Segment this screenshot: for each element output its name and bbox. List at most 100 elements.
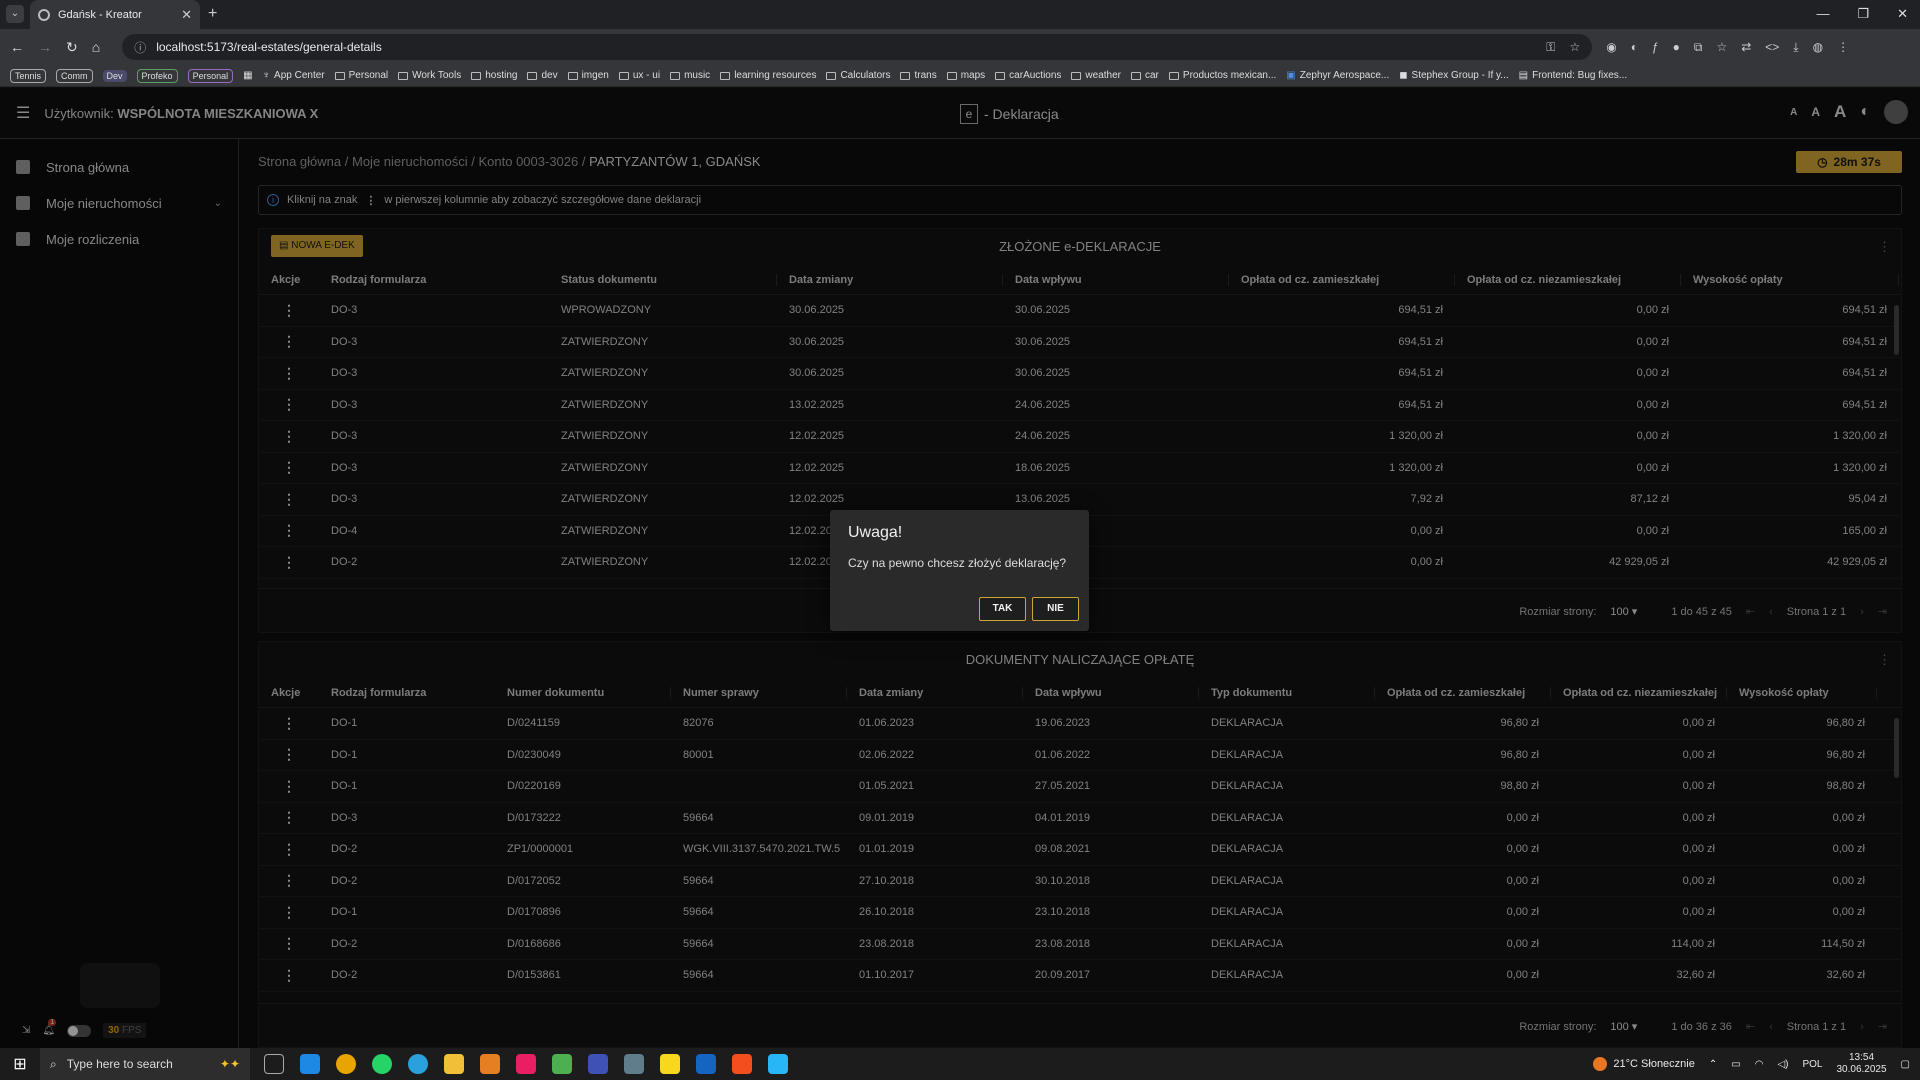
stephex-icon: ◼ <box>1399 70 1408 81</box>
app-icon[interactable] <box>624 1054 644 1074</box>
bookmark-pill[interactable]: Personal <box>187 68 234 83</box>
folder-icon <box>398 71 409 80</box>
app-icon[interactable] <box>552 1054 572 1074</box>
bookmark-folder[interactable]: carAuctions <box>995 70 1061 81</box>
whatsapp-icon[interactable] <box>372 1054 392 1074</box>
bookmark-pill[interactable]: Dev <box>102 69 127 82</box>
tab-title: Gdańsk - Kreator <box>58 8 142 21</box>
tab-favicon-icon <box>38 8 50 21</box>
folder-icon <box>471 71 482 80</box>
address-bar[interactable]: ⓘ localhost:5173/real-estates/general-de… <box>122 34 1593 60</box>
tab-search-icon[interactable]: ⌄ <box>6 5 24 23</box>
bookmark-pill[interactable]: Tennis <box>10 68 47 83</box>
extension-icon[interactable]: ƒ <box>1652 40 1659 55</box>
chrome-icon[interactable] <box>336 1054 356 1074</box>
taskbar: ⊞ ⌕ Type here to search ✦✦ 21°C Słoneczn… <box>0 1048 1920 1080</box>
site-info-icon[interactable]: ⓘ <box>134 39 146 56</box>
apps-grid-icon[interactable]: ▦ <box>243 70 252 81</box>
bookmark-folder[interactable]: hosting <box>471 70 517 81</box>
task-view-icon[interactable] <box>264 1054 284 1074</box>
profile-icon[interactable]: ◍ <box>1813 40 1823 55</box>
browser-tab[interactable]: Gdańsk - Kreator ✕ <box>30 0 200 29</box>
sticky-notes-icon[interactable] <box>660 1054 680 1074</box>
bookmark[interactable]: ▤ Frontend: Bug fixes... <box>1519 70 1628 81</box>
weather-widget[interactable]: 21°C Słonecznie <box>1593 1057 1695 1071</box>
bookmark-pill[interactable]: Comm <box>56 68 93 83</box>
tab-close-icon[interactable]: ✕ <box>181 7 192 23</box>
app-icon[interactable] <box>588 1054 608 1074</box>
extension-icon[interactable]: ● <box>1673 40 1680 55</box>
app-icon[interactable] <box>480 1054 500 1074</box>
folder-icon <box>618 71 629 80</box>
volume-icon[interactable]: ◁) <box>1777 1059 1788 1070</box>
tray-chevron-icon[interactable]: ⌃ <box>1709 1059 1717 1070</box>
bookmark-star-icon[interactable]: ☆ <box>1569 40 1580 55</box>
taskbar-search[interactable]: ⌕ Type here to search ✦✦ <box>40 1048 250 1080</box>
battery-icon[interactable]: ▭ <box>1731 1059 1740 1070</box>
folder-icon <box>900 71 911 80</box>
bookmark-folder[interactable]: dev <box>527 70 558 81</box>
browser-toolbar: ← → ↻ ⌂ ⓘ localhost:5173/real-estates/ge… <box>0 29 1920 65</box>
minimize-icon[interactable]: — <box>1816 6 1829 22</box>
figma-icon[interactable] <box>732 1054 752 1074</box>
folder-icon <box>826 71 837 80</box>
folder-icon <box>527 71 538 80</box>
clock[interactable]: 13:54 30.06.2025 <box>1836 1052 1886 1076</box>
windows-start-icon[interactable]: ⊞ <box>0 1054 40 1074</box>
devtools-icon[interactable]: <> <box>1765 40 1779 55</box>
vscode-icon[interactable] <box>300 1054 320 1074</box>
home-icon[interactable]: ⌂ <box>92 39 100 55</box>
new-tab-icon[interactable]: + <box>208 5 217 23</box>
bookmark[interactable]: ♆ App Center <box>263 70 325 81</box>
folder-icon <box>567 71 578 80</box>
url-text[interactable]: localhost:5173/real-estates/general-deta… <box>156 40 381 54</box>
bookmark[interactable]: ▣ Zephyr Aerospace... <box>1286 70 1389 81</box>
bookmark-folder[interactable]: Productos mexican... <box>1168 70 1276 81</box>
bookmark-folder[interactable]: imgen <box>567 70 609 81</box>
confirm-no-button[interactable]: NIE <box>1032 597 1079 621</box>
favorites-icon[interactable]: ☆ <box>1716 40 1727 55</box>
bookmark-folder[interactable]: Personal <box>334 70 388 81</box>
bookmark-folder[interactable]: maps <box>946 70 985 81</box>
back-icon[interactable]: ← <box>10 39 24 55</box>
language-indicator[interactable]: POL <box>1802 1059 1822 1070</box>
extensions-puzzle-icon[interactable]: ⧉ <box>1694 40 1703 55</box>
bookmark[interactable]: ◼ Stephex Group - If y... <box>1399 70 1508 81</box>
bookmark-pill[interactable]: Profeko <box>136 68 178 83</box>
copilot-sparkle-icon: ✦✦ <box>219 1057 240 1071</box>
dialog-message: Czy na pewno chcesz złożyć deklarację? <box>848 556 1067 570</box>
browser-menu-icon[interactable]: ⋮ <box>1837 40 1849 55</box>
bookmark-folder[interactable]: car <box>1131 70 1159 81</box>
folder-icon <box>670 71 681 80</box>
app-icon[interactable] <box>516 1054 536 1074</box>
app-icon[interactable] <box>768 1054 788 1074</box>
forward-icon[interactable]: → <box>38 39 52 55</box>
translate-icon[interactable]: ⇄ <box>1741 40 1751 55</box>
bug-icon: ▤ <box>1518 70 1529 81</box>
restore-icon[interactable]: ❐ <box>1857 6 1869 22</box>
download-icon[interactable]: ⤓ <box>1793 40 1798 55</box>
network-icon[interactable]: ◠ <box>1755 1059 1764 1070</box>
reload-icon[interactable]: ↻ <box>66 39 78 56</box>
bookmark-folder[interactable]: music <box>670 70 710 81</box>
bookmark-folder[interactable]: Work Tools <box>398 70 461 81</box>
bookmark-folder[interactable]: ux - ui <box>618 70 660 81</box>
notification-center-icon[interactable]: ▢ <box>1901 1059 1910 1070</box>
bookmark-folder[interactable]: learning resources <box>720 70 816 81</box>
file-explorer-icon[interactable] <box>444 1054 464 1074</box>
extension-icon[interactable]: ◉ <box>1606 40 1616 55</box>
bookmark-folder[interactable]: Calculators <box>826 70 890 81</box>
app-icon[interactable] <box>696 1054 716 1074</box>
sun-icon <box>1593 1057 1608 1071</box>
folder-icon <box>995 71 1006 80</box>
bookmark-folder[interactable]: trans <box>900 70 937 81</box>
confirm-dialog: Uwaga! Czy na pewno chcesz złożyć deklar… <box>830 510 1089 631</box>
telegram-icon[interactable] <box>408 1054 428 1074</box>
password-key-icon[interactable]: ⚿ <box>1546 40 1555 55</box>
folder-icon <box>1071 71 1082 80</box>
window-close-icon[interactable]: ✕ <box>1897 6 1908 22</box>
bookmark-folder[interactable]: weather <box>1071 70 1121 81</box>
app-center-icon: ♆ <box>262 70 271 81</box>
confirm-yes-button[interactable]: TAK <box>979 597 1026 621</box>
extension-icon[interactable]: ◐ <box>1631 40 1638 55</box>
